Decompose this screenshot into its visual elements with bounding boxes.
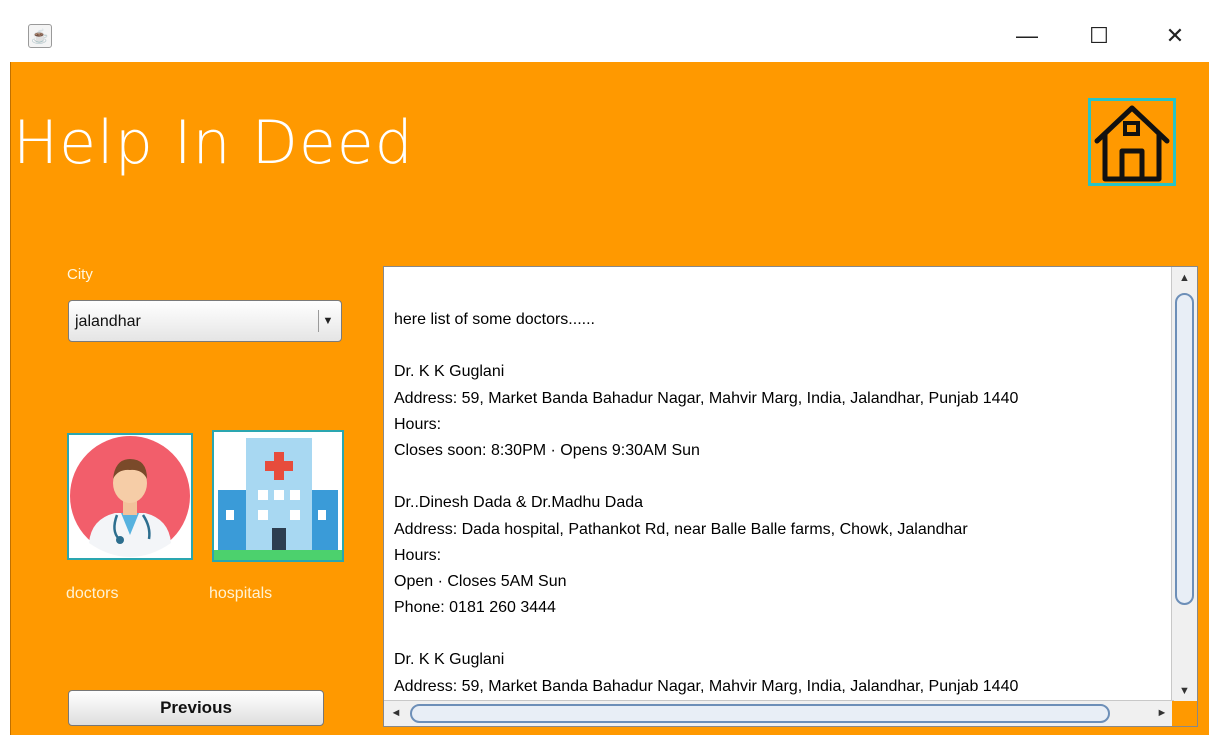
- doctors-label: doctors: [66, 585, 119, 602]
- hospital-icon: [214, 432, 342, 560]
- result-line: Closes soon: 8:30PM · Opens 9:30AM Sun: [394, 441, 700, 459]
- result-line: Hours:: [394, 415, 442, 433]
- city-label: City: [67, 266, 93, 283]
- result-line: Hours:: [394, 546, 442, 564]
- result-line: Address: 59, Market Banda Bahadur Nagar,…: [394, 677, 1019, 695]
- result-line: Address: 59, Market Banda Bahadur Nagar,…: [394, 389, 1019, 407]
- city-select-value: jalandhar: [75, 313, 141, 330]
- doctors-button[interactable]: [67, 433, 193, 560]
- result-line: [394, 621, 1172, 647]
- result-line: Address: Dada hospital, Pathankot Rd, ne…: [394, 520, 968, 538]
- scroll-down-icon[interactable]: ▼: [1172, 680, 1197, 702]
- maximize-button[interactable]: ☐: [1076, 14, 1122, 58]
- result-line: Dr..Dinesh Dada & Dr.Madhu Dada: [394, 494, 644, 512]
- city-select[interactable]: jalandhar ▼: [68, 300, 342, 342]
- vertical-scroll-thumb[interactable]: [1175, 293, 1194, 605]
- app-title: Help In Deed: [13, 108, 414, 178]
- java-cup-icon: ☕: [28, 24, 52, 48]
- hospitals-button[interactable]: [212, 430, 344, 562]
- close-button[interactable]: ✕: [1152, 14, 1198, 58]
- minimize-button[interactable]: —: [1004, 14, 1050, 58]
- results-scroll-pane[interactable]: here list of some doctors...... Dr. K K G…: [383, 266, 1198, 727]
- scroll-up-icon[interactable]: ▲: [1172, 267, 1197, 289]
- result-line: Open · Closes 5AM Sun: [394, 572, 567, 590]
- home-button[interactable]: [1088, 98, 1176, 186]
- result-line: Dr. K K Guglani: [394, 651, 505, 669]
- vertical-scrollbar[interactable]: ▲ ▼: [1171, 267, 1197, 702]
- scroll-right-icon[interactable]: ►: [1150, 701, 1174, 726]
- result-line: [394, 464, 1172, 490]
- result-line: [394, 333, 1172, 359]
- horizontal-scroll-thumb[interactable]: [410, 704, 1110, 723]
- result-line: here list of some doctors......: [394, 311, 595, 328]
- horizontal-scrollbar[interactable]: ◄ ►: [384, 700, 1174, 726]
- scroll-corner: [1172, 701, 1197, 726]
- window-titlebar: ☕ — ☐ ✕: [0, 0, 1209, 62]
- results-text-area[interactable]: here list of some doctors...... Dr. K K G…: [394, 307, 1172, 707]
- previous-button[interactable]: Previous: [68, 690, 324, 726]
- result-line: Phone: 0181 260 3444: [394, 599, 556, 617]
- doctor-icon: [70, 436, 190, 557]
- hospitals-label: hospitals: [209, 585, 273, 602]
- scroll-left-icon[interactable]: ◄: [384, 701, 408, 726]
- result-line: Dr. K K Guglani: [394, 363, 505, 381]
- chevron-down-icon[interactable]: ▼: [318, 310, 337, 332]
- home-icon: [1094, 105, 1170, 182]
